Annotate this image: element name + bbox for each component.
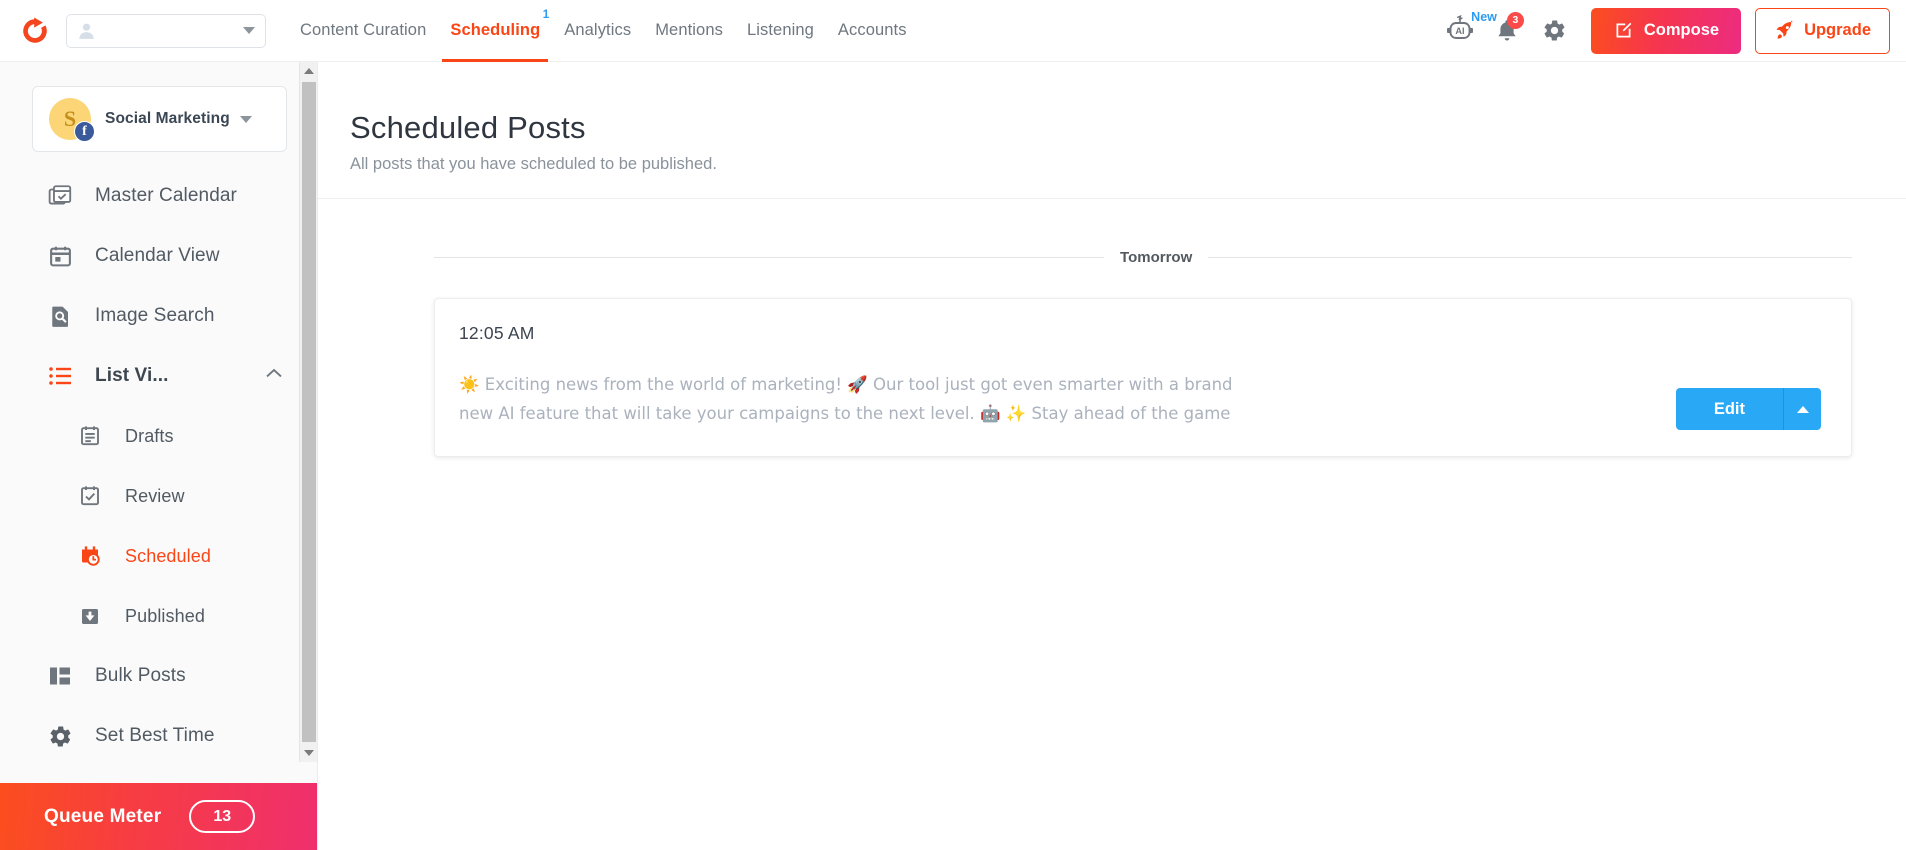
day-divider: Tomorrow (434, 249, 1852, 266)
queue-meter-count: 13 (189, 800, 256, 833)
scheduled-clock-icon (78, 544, 106, 568)
ai-assistant-button[interactable]: AI New (1437, 10, 1497, 51)
sidebar-item-drafts[interactable]: Drafts (0, 406, 317, 466)
nav-tab-analytics[interactable]: Analytics (552, 0, 643, 62)
divider-line-right (1208, 257, 1852, 258)
gear-icon (1544, 20, 1565, 41)
nav-tab-label: Scheduling (450, 21, 541, 39)
left-sidebar: S f Social Marketing Master Calendar Cal… (0, 62, 318, 850)
calendar-icon (48, 244, 76, 269)
compose-button[interactable]: Compose (1590, 7, 1742, 54)
sidebar-item-set-best-time[interactable]: Set Best Time (0, 706, 317, 766)
post-content: 12:05 AM ☀️ Exciting news from the world… (459, 323, 1821, 428)
chevron-up-icon[interactable] (265, 367, 283, 385)
bulk-posts-icon (48, 665, 76, 687)
settings-button[interactable] (1531, 11, 1579, 51)
page-header: Scheduled Posts All posts that you have … (318, 62, 1906, 174)
sidebar-item-published[interactable]: Published (0, 586, 317, 646)
upgrade-button-label: Upgrade (1804, 21, 1871, 39)
main-content: Scheduled Posts All posts that you have … (318, 62, 1906, 850)
sidebar-item-label: Set Best Time (95, 725, 215, 746)
page-subtitle: All posts that you have scheduled to be … (350, 155, 717, 173)
nav-tab-label: Analytics (564, 21, 632, 39)
published-icon (78, 604, 106, 628)
gear-icon (48, 724, 76, 749)
image-search-icon (48, 304, 76, 329)
sidebar-item-review[interactable]: Review (0, 466, 317, 526)
scroll-up-arrow-icon[interactable] (300, 62, 317, 80)
rocket-icon (1776, 20, 1793, 39)
nav-tab-badge: 1 (542, 8, 550, 21)
nav-tab-label: Mentions (655, 21, 723, 39)
page-title: Scheduled Posts (350, 110, 586, 145)
compose-pencil-icon (1616, 22, 1632, 38)
list-view-icon (48, 365, 76, 387)
nav-tab-label: Accounts (837, 21, 907, 39)
upgrade-button[interactable]: Upgrade (1755, 7, 1890, 54)
sidebar-item-calendar-view[interactable]: Calendar View (0, 226, 317, 286)
main-nav-tabs: Content Curation Scheduling 1 Analytics … (288, 0, 919, 62)
nav-tab-mentions[interactable]: Mentions (643, 0, 735, 62)
account-profile-selector[interactable] (66, 13, 266, 48)
nav-tab-accounts[interactable]: Accounts (826, 0, 919, 62)
top-navigation-bar: Content Curation Scheduling 1 Analytics … (0, 0, 1906, 62)
socialpilot-logo-icon[interactable] (18, 14, 52, 48)
post-text: ☀️ Exciting news from the world of marke… (459, 375, 1233, 423)
sidebar-item-label: Scheduled (125, 545, 211, 566)
sidebar-item-scheduled[interactable]: Scheduled (0, 526, 317, 586)
nav-tab-label: Content Curation (300, 21, 427, 39)
day-divider-label: Tomorrow (1120, 249, 1193, 266)
notification-count-badge: 3 (1506, 11, 1524, 29)
sidebar-item-label: Review (125, 485, 185, 506)
avatar: S f (49, 98, 95, 142)
edit-post-button[interactable]: Edit (1675, 388, 1783, 430)
sidebar-item-label: Published (125, 605, 205, 626)
sidebar-nav-list: Master Calendar Calendar View Image Sear… (0, 166, 317, 766)
review-icon (78, 484, 106, 508)
post-actions-dropdown-button[interactable] (1783, 388, 1821, 430)
queue-meter-label: Queue Meter (44, 805, 162, 827)
scrollbar-thumb[interactable] (302, 82, 316, 742)
sidebar-item-bulk-posts[interactable]: Bulk Posts (0, 646, 317, 706)
post-actions: Edit (1675, 388, 1821, 430)
chevron-down-icon (243, 27, 255, 34)
divider-line-left (434, 257, 1105, 258)
sidebar-item-image-search[interactable]: Image Search (0, 286, 317, 346)
sidebar-item-label: Image Search (95, 305, 215, 326)
facebook-icon: f (74, 121, 95, 142)
sidebar-item-label: List Vi... (95, 365, 169, 386)
sidebar-scrollbar[interactable] (299, 62, 317, 762)
drafts-icon (78, 424, 106, 448)
master-calendar-icon (48, 183, 76, 209)
user-avatar-icon (79, 23, 94, 39)
sidebar-item-label: Calendar View (95, 245, 220, 266)
svg-text:AI: AI (1455, 26, 1464, 36)
post-scheduled-time: 12:05 AM (459, 323, 535, 343)
scheduled-post-card[interactable]: 12:05 AM ☀️ Exciting news from the world… (434, 298, 1852, 457)
sidebar-profile-name: Social Marketing (105, 110, 230, 127)
nav-tab-label: Listening (746, 21, 814, 39)
sidebar-item-label: Master Calendar (95, 185, 237, 206)
sidebar-item-label: Bulk Posts (95, 665, 186, 686)
sidebar-profile-selector[interactable]: S f Social Marketing (32, 86, 287, 152)
scroll-down-arrow-icon[interactable] (300, 744, 317, 762)
sidebar-item-master-calendar[interactable]: Master Calendar (0, 166, 317, 226)
notifications-button[interactable]: 3 (1483, 11, 1531, 51)
header-divider (318, 198, 1906, 199)
top-bar-actions: AI New 3 Compose Upgrade (1437, 7, 1906, 54)
nav-tab-listening[interactable]: Listening (735, 0, 826, 62)
sidebar-item-label: Drafts (125, 425, 174, 446)
compose-button-label: Compose (1643, 21, 1720, 39)
chevron-down-icon (239, 115, 252, 123)
sidebar-item-list-view[interactable]: List Vi... (0, 346, 317, 406)
nav-tab-content-curation[interactable]: Content Curation (288, 0, 438, 62)
caret-up-icon (1796, 405, 1809, 413)
queue-meter[interactable]: Queue Meter 13 (0, 783, 317, 850)
nav-tab-scheduling[interactable]: Scheduling 1 (438, 0, 552, 62)
